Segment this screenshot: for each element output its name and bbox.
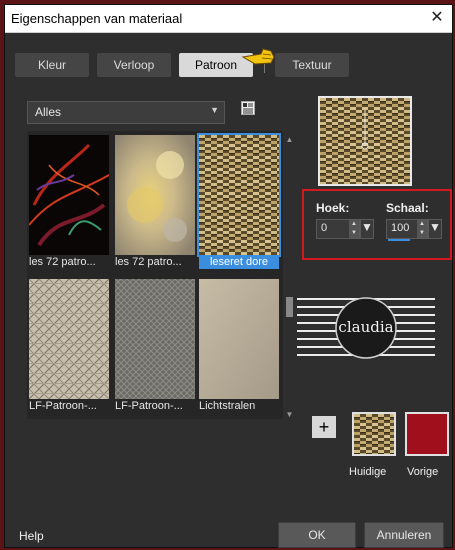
pattern-tile-selected[interactable]: leseret dore — [197, 133, 281, 301]
pattern-preview[interactable] — [318, 96, 412, 186]
add-swatch-button[interactable]: + — [312, 416, 336, 438]
scale-dropdown-icon[interactable]: ▼ — [428, 219, 442, 239]
current-swatch-image — [354, 414, 394, 454]
angle-spinbox[interactable]: 0 ▲ ▼ — [316, 219, 360, 239]
pattern-thumbnail — [115, 135, 195, 255]
scroll-thumb[interactable] — [286, 297, 293, 317]
pattern-thumbnail — [115, 279, 195, 399]
scroll-up-icon[interactable]: ▲ — [284, 135, 295, 144]
dialog-title: Eigenschappen van materiaal — [11, 11, 183, 26]
current-label: Huidige — [349, 466, 387, 478]
previous-label: Vorige — [407, 466, 439, 478]
pattern-tile[interactable]: Lichtstralen — [199, 279, 279, 412]
pattern-thumbnail — [197, 133, 281, 257]
ok-button[interactable]: OK — [278, 522, 356, 548]
previous-material-swatch[interactable] — [405, 412, 449, 456]
pattern-tile[interactable]: les 72 patro... — [115, 135, 195, 268]
title-bar: Eigenschappen van materiaal ✕ — [5, 5, 452, 33]
pattern-preview-image — [320, 98, 410, 184]
scroll-down-icon[interactable]: ▼ — [284, 410, 295, 419]
angle-spin-arrows-icon[interactable]: ▲ ▼ — [349, 220, 359, 238]
tab-textuur[interactable]: Textuur — [275, 53, 349, 77]
pattern-thumbnail — [29, 135, 109, 255]
close-icon[interactable]: ✕ — [426, 7, 448, 29]
pattern-name: LF-Patroon-... — [115, 400, 183, 412]
current-material-swatch[interactable] — [352, 412, 396, 456]
claudia-watermark-logo: claudia — [297, 297, 435, 359]
tab-verloop[interactable]: Verloop — [97, 53, 171, 77]
scale-label: Schaal: — [386, 201, 429, 215]
pattern-tile[interactable]: LF-Patroon-... — [29, 279, 109, 412]
logo-text: claudia — [338, 318, 393, 336]
pattern-name: Lichtstralen — [199, 400, 256, 412]
scale-spinbox[interactable]: 100 ▲ ▼ — [386, 219, 428, 239]
angle-label: Hoek: — [316, 201, 350, 215]
scale-value: 100 — [391, 222, 410, 234]
scale-spin-arrows-icon[interactable]: ▲ ▼ — [417, 220, 427, 238]
category-value: Alles — [35, 105, 62, 119]
tab-kleur[interactable]: Kleur — [15, 53, 89, 77]
pattern-thumbnail — [199, 279, 279, 399]
pattern-scrollbar[interactable]: ▲ ▼ — [284, 135, 295, 419]
category-dropdown[interactable]: Alles ▼ — [27, 101, 225, 124]
palette-list-icon[interactable] — [241, 101, 255, 115]
scale-indicator — [388, 239, 410, 241]
pattern-name: les 72 patro... — [115, 256, 182, 268]
pattern-name: les 72 patro... — [29, 256, 96, 268]
pattern-tile[interactable]: LF-Patroon-... — [115, 279, 195, 412]
pattern-tile[interactable]: les 72 patro... — [29, 135, 109, 268]
pattern-name: LF-Patroon-... — [29, 400, 97, 412]
help-link[interactable]: Help — [19, 529, 44, 543]
angle-value: 0 — [321, 222, 328, 234]
chevron-down-icon: ▼ — [210, 105, 219, 115]
cancel-button[interactable]: Annuleren — [364, 522, 444, 548]
pattern-name: leseret dore — [199, 255, 279, 269]
pattern-grid: les 72 patro... les 72 patro... leseret … — [27, 131, 283, 419]
pointing-hand-icon — [241, 48, 275, 65]
angle-scale-panel: Hoek: 0 ▲ ▼ ▼ Schaal: 100 ▲ ▼ ▼ — [302, 189, 452, 260]
angle-dropdown-icon[interactable]: ▼ — [360, 219, 374, 239]
material-properties-dialog: Eigenschappen van materiaal ✕ Kleur Verl… — [4, 4, 453, 548]
pattern-thumbnail — [29, 279, 109, 399]
